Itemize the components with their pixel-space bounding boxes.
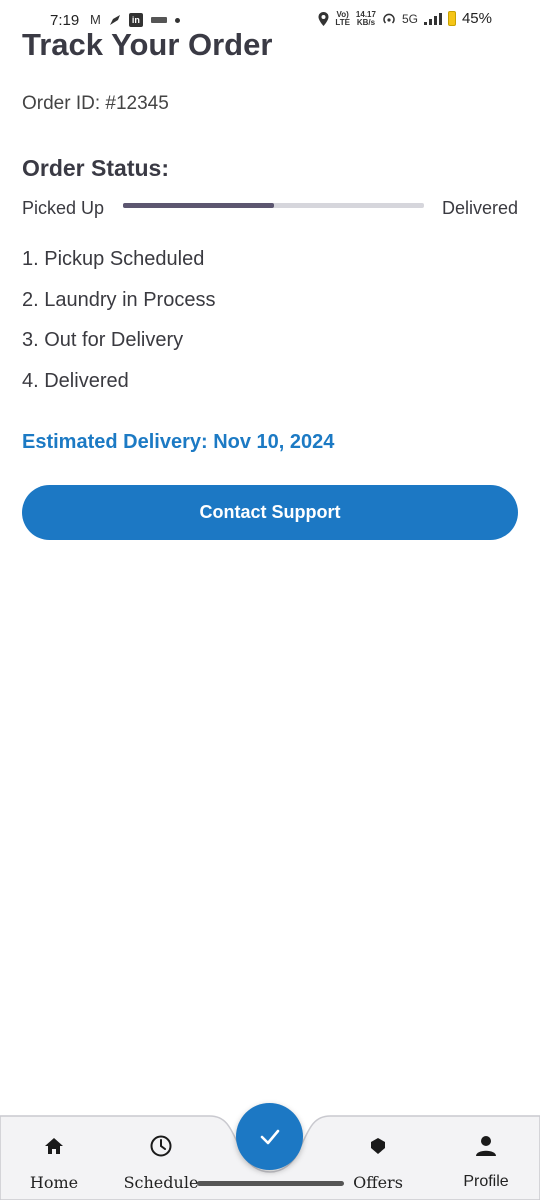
- home-indicator[interactable]: [197, 1181, 344, 1186]
- progress-end-label: Delivered: [441, 198, 518, 218]
- nav-item-schedule[interactable]: Schedule: [116, 1133, 206, 1192]
- check-icon: [260, 1129, 279, 1144]
- order-progress: Picked Up Delivered: [22, 198, 518, 222]
- page-title: Track Your Order: [22, 27, 273, 62]
- nav-item-home[interactable]: Home: [9, 1133, 99, 1192]
- order-step: 3. Out for Delivery: [22, 329, 184, 351]
- gmail-icon: M: [90, 12, 101, 27]
- progress-track: [123, 203, 424, 208]
- nav-item-offers[interactable]: Offers: [333, 1133, 423, 1192]
- nav-label-home: Home: [29, 1173, 79, 1192]
- fab-check-button[interactable]: [236, 1103, 303, 1170]
- order-status-heading: Order Status:: [22, 155, 169, 181]
- progress-start-label: Picked Up: [22, 198, 105, 218]
- tag-icon: [365, 1133, 391, 1159]
- battery-percent: 45%: [461, 10, 492, 27]
- clock-icon: [148, 1133, 174, 1159]
- linkedin-icon: in: [128, 13, 143, 27]
- location-icon: [318, 11, 329, 26]
- home-icon: [41, 1133, 67, 1159]
- feather-icon: [109, 15, 120, 25]
- battery-icon: [447, 11, 456, 26]
- progress-fill: [123, 203, 274, 208]
- network-speed: 14.17 KB/s: [355, 9, 376, 27]
- estimated-delivery: Estimated Delivery: Nov 10, 2024: [22, 431, 335, 453]
- signal-icon: [423, 12, 442, 25]
- network-type: 5G: [401, 11, 418, 26]
- nav-label-schedule: Schedule: [123, 1173, 199, 1192]
- notification-icons: M in: [90, 12, 180, 28]
- order-step: 2. Laundry in Process: [22, 288, 216, 311]
- nav-item-profile[interactable]: Profile: [441, 1133, 531, 1191]
- nav-label-offers: Offers: [353, 1173, 403, 1192]
- order-step: 1. Pickup Scheduled: [22, 248, 205, 270]
- contact-support-button[interactable]: Contact Support: [22, 485, 518, 540]
- hotspot-icon: [383, 13, 395, 24]
- volte-indicator: Vo) LTE: [335, 9, 350, 27]
- order-steps-list: 1. Pickup Scheduled 2. Laundry in Proces…: [22, 247, 215, 409]
- app-notification-icon: [150, 17, 167, 23]
- order-step: 4. Delivered: [22, 369, 129, 392]
- order-id: Order ID: #12345: [22, 93, 169, 114]
- dot-icon: [174, 17, 180, 23]
- system-icons: Vo) LTE 14.17 KB/s 5G 45%: [318, 10, 492, 27]
- person-icon: [473, 1133, 499, 1159]
- nav-label-profile: Profile: [463, 1173, 509, 1190]
